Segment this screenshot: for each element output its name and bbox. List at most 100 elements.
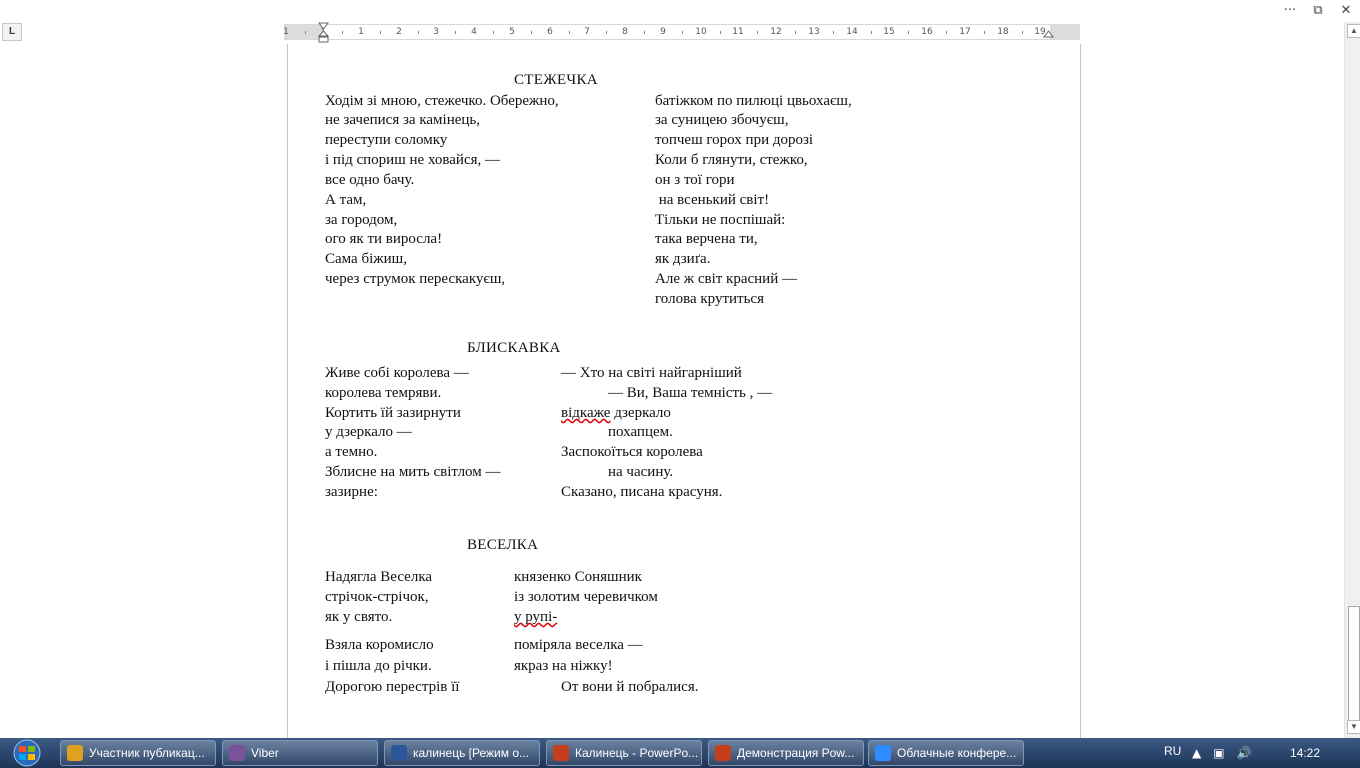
ruler-number: 18 <box>997 27 1009 37</box>
ruler-number: 9 <box>660 27 666 37</box>
poem-line: Сказано, писана красуня. <box>561 484 723 500</box>
poem-line: От вони й побралися. <box>561 679 699 695</box>
ruler-number: 10 <box>695 27 707 37</box>
poem-line: ого як ти виросла! <box>325 231 443 247</box>
scroll-down-icon[interactable]: ▼ <box>1347 720 1360 734</box>
poem-line: поміряла веселка — <box>514 637 643 653</box>
ruler-tick <box>871 31 872 34</box>
horizontal-ruler[interactable]: 1112345678910111213141516171819 <box>283 24 1080 40</box>
poem-line: Надягла Веселка <box>325 569 433 585</box>
poem-line: голова крутиться <box>655 291 764 307</box>
restore-icon[interactable]: ⧉ <box>1304 0 1332 20</box>
poem-title-veselka: ВЕСЕЛКА <box>467 537 539 553</box>
ruler-tick <box>833 31 834 34</box>
poem-line-rest: дзеркало <box>610 405 671 421</box>
powerpoint-icon <box>553 745 569 761</box>
scroll-up-icon[interactable]: ▲ <box>1347 24 1360 38</box>
taskbar-button-label: калинець [Режим о... <box>413 746 529 760</box>
ruler-tick <box>984 31 985 34</box>
poem-line: за городом, <box>325 212 398 228</box>
ruler-number: 2 <box>396 27 402 37</box>
scroll-thumb[interactable] <box>1348 606 1360 728</box>
poem-title-bliskavka: БЛИСКАВКА <box>467 340 561 356</box>
poem-line: як у свято. <box>325 609 393 625</box>
taskbar-button-label: Калинець - PowerPo... <box>575 746 699 760</box>
ruler-tick <box>380 31 381 34</box>
tab-stop-selector[interactable]: L <box>2 23 22 41</box>
poem-line: батіжком по пилюці цвьохаєш, <box>655 93 852 109</box>
poem-line: зазирне: <box>325 484 378 500</box>
ruler-tick <box>682 31 683 34</box>
poem-line: — Ви, Ваша темність , — <box>608 385 773 401</box>
taskbar-button[interactable]: Участник публикац... <box>60 740 216 766</box>
ruler-tick <box>455 31 456 34</box>
language-indicator[interactable]: RU <box>1164 744 1181 758</box>
poem-line: відкаже дзеркало <box>561 404 671 422</box>
poem-line: через струмок перескакуєш, <box>325 271 506 287</box>
ruler-number: 13 <box>808 27 820 37</box>
show-hidden-icons-icon[interactable]: ▲ <box>1192 746 1201 760</box>
start-button-icon[interactable] <box>4 738 50 768</box>
ruler-number: 8 <box>622 27 628 37</box>
poem-line: королева темряви. <box>325 385 442 401</box>
poem-line: Дорогою перестрів її <box>325 679 460 695</box>
ruler-number: 5 <box>509 27 515 37</box>
misspelled-word[interactable]: відкаже <box>561 405 610 421</box>
poem-line: переступи соломку <box>325 132 448 148</box>
document-page[interactable]: СТЕЖЕЧКА БЛИСКАВКА Живе собі королева — … <box>287 44 1081 738</box>
vertical-scrollbar[interactable]: ▲ ▼ <box>1344 22 1360 738</box>
poem-line: А там, <box>325 192 367 208</box>
poem-title-stezhechka: СТЕЖЕЧКА <box>514 72 598 88</box>
ruler-number: 3 <box>433 27 439 37</box>
ruler-tick <box>531 31 532 34</box>
poem-line: Взяла коромисло <box>325 637 434 653</box>
indent-marker-icon[interactable] <box>318 22 329 44</box>
ruler-number: 1 <box>358 27 364 37</box>
poem-line: он з тої гори <box>655 172 735 188</box>
ruler-tick <box>418 31 419 34</box>
poem-line: — Хто на світі найгарніший <box>561 365 742 381</box>
taskbar-button[interactable]: Viber <box>222 740 378 766</box>
more-options-icon[interactable]: ··· <box>1276 0 1304 20</box>
close-icon[interactable]: ✕ <box>1332 0 1360 20</box>
ruler-tick <box>342 31 343 34</box>
poem-line: на всенький світ! <box>655 192 770 208</box>
taskbar-button[interactable]: Калинець - PowerPo... <box>546 740 702 766</box>
taskbar-button-label: Облачные конфере... <box>897 746 1017 760</box>
ruler-tick <box>606 31 607 34</box>
poem-line: як дзиґа. <box>655 251 711 267</box>
powerpoint-show-icon <box>715 745 731 761</box>
ruler-right-margin <box>1050 25 1080 39</box>
poem-line: у рупі- <box>514 608 557 626</box>
ruler-tick <box>757 31 758 34</box>
taskbar-button-label: Демонстрация Pow... <box>737 746 855 760</box>
poem-line: Коли б глянути, стежко, <box>655 152 808 168</box>
taskbar: Участник публикац... Viber калинець [Режим… <box>0 738 1360 768</box>
ruler-tick <box>569 31 570 34</box>
volume-icon[interactable]: 🔊 <box>1237 746 1252 760</box>
ruler-tick <box>795 31 796 34</box>
taskbar-button[interactable]: калинець [Режим о... <box>384 740 540 766</box>
ruler-tick <box>644 31 645 34</box>
right-indent-marker-icon[interactable] <box>1043 30 1054 38</box>
poem-line: не зачепися за камінець, <box>325 112 480 128</box>
poem-line: Тільки не поспішай: <box>655 212 786 228</box>
ruler-tick <box>946 31 947 34</box>
ruler-number: 15 <box>883 27 895 37</box>
network-icon[interactable]: ▣ <box>1213 746 1224 760</box>
ruler-number: 14 <box>846 27 858 37</box>
poem-line: така верчена ти, <box>655 231 758 247</box>
taskbar-button[interactable]: Облачные конфере... <box>868 740 1024 766</box>
taskbar-button-label: Участник публикац... <box>89 746 205 760</box>
poem-line: Сама біжиш, <box>325 251 407 267</box>
viber-icon <box>229 745 245 761</box>
misspelled-word[interactable]: у рупі- <box>514 609 557 625</box>
poem-line: князенко Соняшник <box>514 569 642 585</box>
ruler-tick <box>305 31 306 34</box>
ruler-tick <box>493 31 494 34</box>
taskbar-button[interactable]: Демонстрация Pow... <box>708 740 864 766</box>
poem-line: Кортить їй зазирнути <box>325 405 461 421</box>
poem-line: а темно. <box>325 444 378 460</box>
ruler-number: 1 <box>283 27 289 37</box>
clock[interactable]: 14:22 <box>1290 746 1320 760</box>
